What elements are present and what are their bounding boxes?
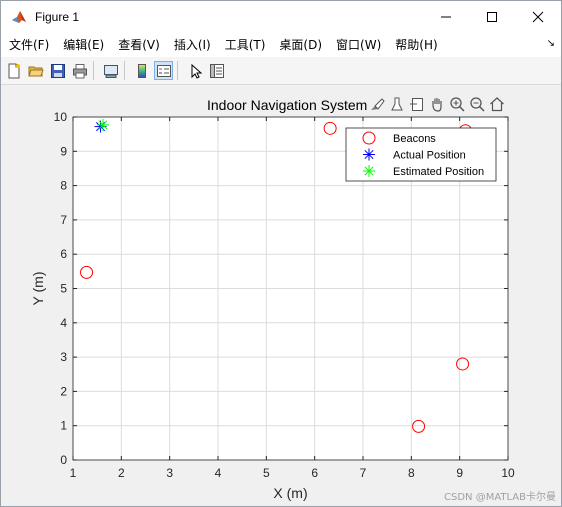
zoom-in-icon <box>450 97 465 112</box>
x-tick-label: 5 <box>263 466 270 480</box>
x-tick-label: 1 <box>70 466 77 480</box>
export-button[interactable] <box>408 95 426 113</box>
y-tick-label: 3 <box>60 350 67 364</box>
x-tick-label: 3 <box>166 466 173 480</box>
y-axis-label: Y (m) <box>30 272 46 306</box>
y-tick-label: 9 <box>60 144 67 158</box>
y-tick-label: 0 <box>60 453 67 467</box>
y-tick-label: 5 <box>60 282 67 296</box>
watermark-text: CSDN @MATLAB卡尔曼 <box>444 492 556 503</box>
y-tick-label: 8 <box>60 179 67 193</box>
y-tick-label: 4 <box>60 316 67 330</box>
y-tick-label: 10 <box>54 110 68 124</box>
export-icon <box>410 98 423 111</box>
brush-button[interactable] <box>368 95 386 113</box>
x-tick-label: 7 <box>360 466 367 480</box>
data-tips-button[interactable] <box>388 95 406 113</box>
legend-label: Actual Position <box>393 150 466 162</box>
zoom-out-icon <box>470 97 485 112</box>
data-tips-icon <box>391 97 403 111</box>
axes-toolbar <box>368 95 506 113</box>
home-icon <box>490 97 504 112</box>
y-tick-label: 6 <box>60 247 67 261</box>
legend-marker <box>363 148 375 161</box>
pan-icon <box>432 98 442 112</box>
legend-marker <box>363 165 375 177</box>
x-tick-label: 4 <box>215 466 222 480</box>
zoom-out-button[interactable] <box>468 95 486 113</box>
x-tick-label: 2 <box>118 466 125 480</box>
plot-svg: 1 2 3 4 5 6 7 8 9 10012345678910X (m)Y (m)Beacons… <box>30 110 515 501</box>
data-point-asterisk <box>96 118 109 131</box>
brush-icon <box>371 98 385 110</box>
x-tick-label: 9 <box>456 466 463 480</box>
legend-label: Beacons <box>393 133 436 145</box>
x-tick-label: 10 <box>501 466 515 480</box>
y-tick-label: 7 <box>60 213 67 227</box>
zoom-in-button[interactable] <box>448 95 466 113</box>
x-tick-label: 8 <box>408 466 415 480</box>
plot-title: Indoor Navigation System <box>207 97 368 113</box>
legend-label: Estimated Position <box>393 166 484 178</box>
y-tick-label: 2 <box>60 384 67 398</box>
y-tick-label: 1 <box>60 419 67 433</box>
x-tick-label: 6 <box>311 466 318 480</box>
home-button[interactable] <box>488 95 506 113</box>
pan-button[interactable] <box>428 95 446 113</box>
x-axis-label: X (m) <box>273 485 307 501</box>
